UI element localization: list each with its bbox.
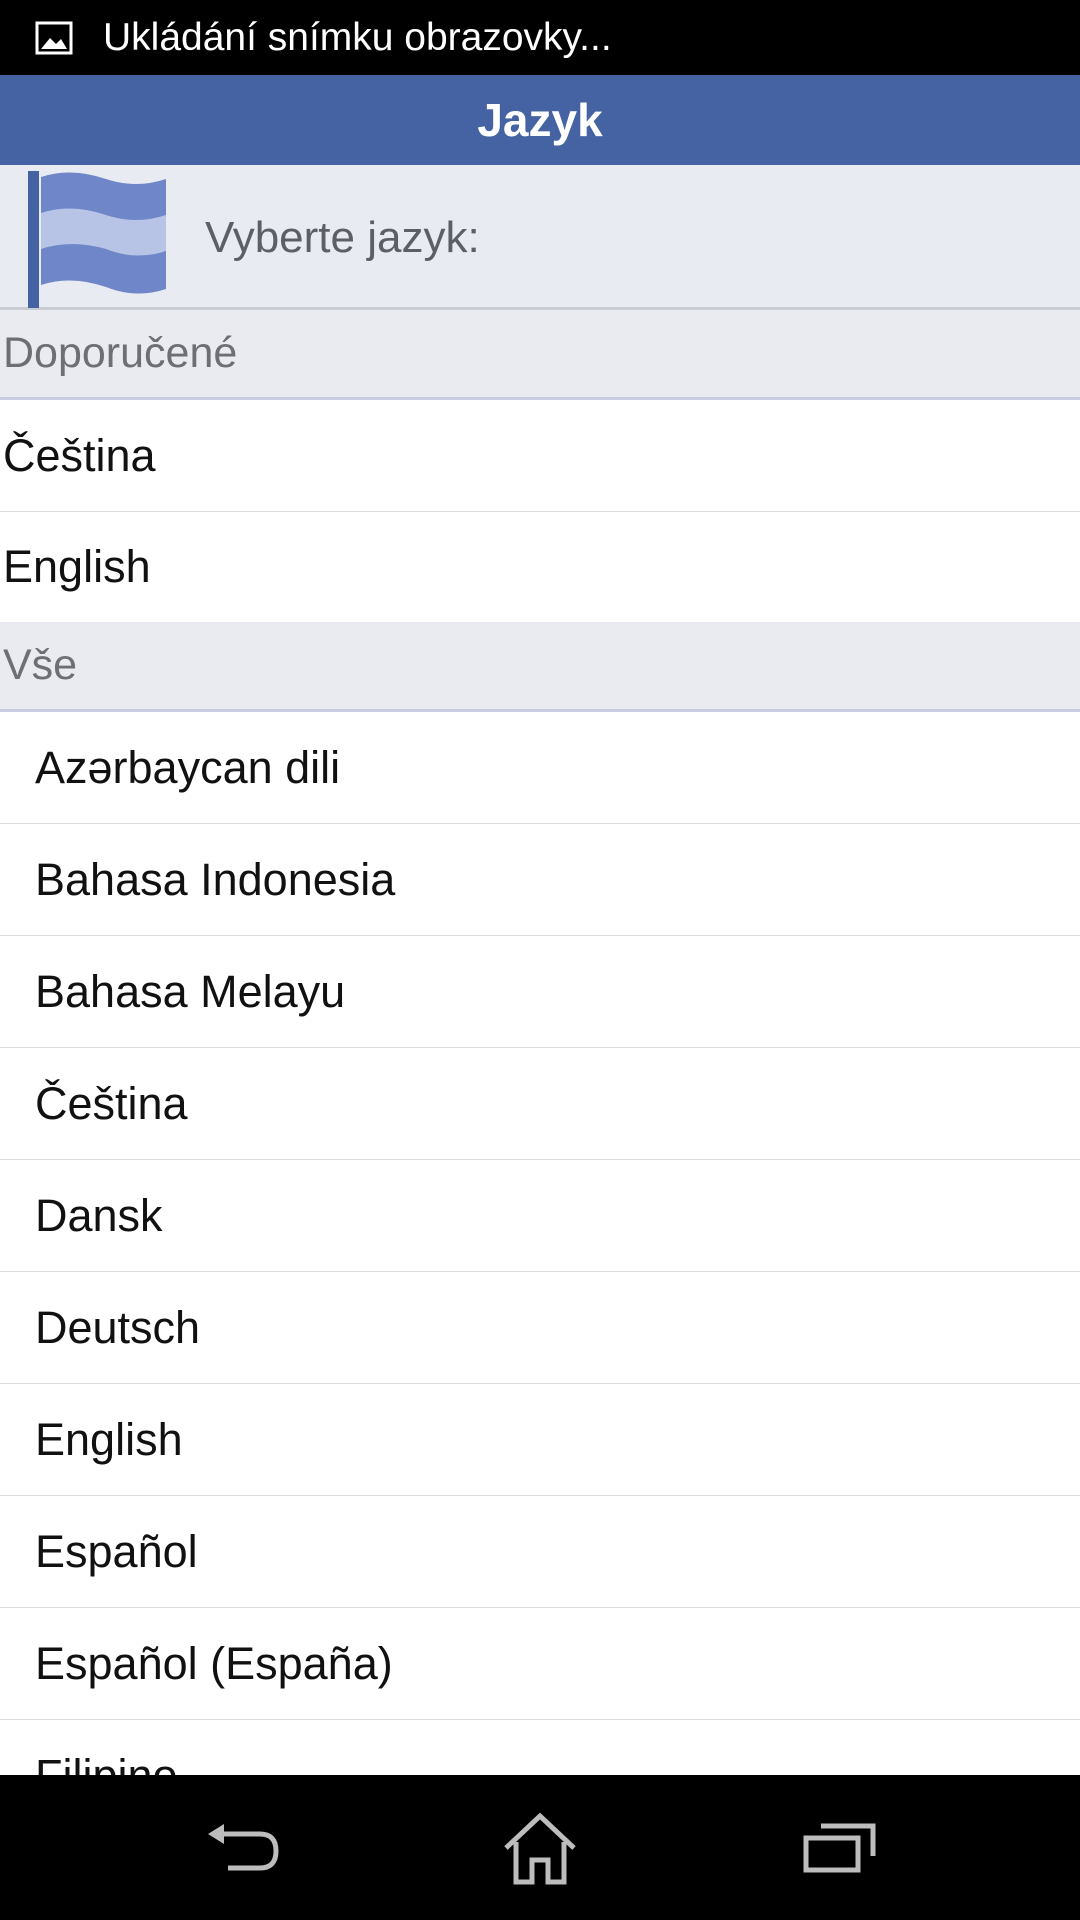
status-notification-text: Ukládání snímku obrazovky...	[103, 15, 612, 59]
list-item[interactable]: Bahasa Indonesia	[0, 824, 1080, 936]
home-button[interactable]	[440, 1775, 640, 1920]
home-icon	[504, 1812, 576, 1884]
list-item[interactable]: Deutsch	[0, 1272, 1080, 1384]
list-item[interactable]: Español (España)	[0, 1608, 1080, 1720]
status-bar: Ukládání snímku obrazovky...	[0, 0, 1080, 75]
section-header-all: Vše	[0, 622, 1080, 712]
list-item[interactable]: Español	[0, 1496, 1080, 1608]
list-item[interactable]: Čeština	[0, 400, 1080, 512]
flag-icon	[28, 171, 166, 308]
list-item[interactable]: Čeština	[0, 1048, 1080, 1160]
list-item[interactable]: Azərbaycan dili	[0, 712, 1080, 824]
language-header: Vyberte jazyk:	[0, 165, 1080, 310]
language-list[interactable]: Doporučené Čeština English Vše Azərbayca…	[0, 310, 1080, 1775]
back-button[interactable]	[142, 1775, 342, 1920]
title-bar: Jazyk	[0, 75, 1080, 165]
list-item[interactable]: Bahasa Melayu	[0, 936, 1080, 1048]
list-item[interactable]: English	[0, 512, 1080, 622]
recents-button[interactable]	[740, 1775, 940, 1920]
list-item[interactable]: Dansk	[0, 1160, 1080, 1272]
back-icon	[208, 1823, 279, 1870]
image-icon	[35, 19, 73, 57]
navigation-bar	[0, 1775, 1080, 1920]
list-item[interactable]: English	[0, 1384, 1080, 1496]
page-title: Jazyk	[477, 94, 603, 146]
section-header-recommended: Doporučené	[0, 310, 1080, 400]
select-language-prompt: Vyberte jazyk:	[205, 212, 480, 262]
recents-icon	[803, 1823, 876, 1872]
list-item[interactable]: Filipino	[0, 1720, 1080, 1775]
